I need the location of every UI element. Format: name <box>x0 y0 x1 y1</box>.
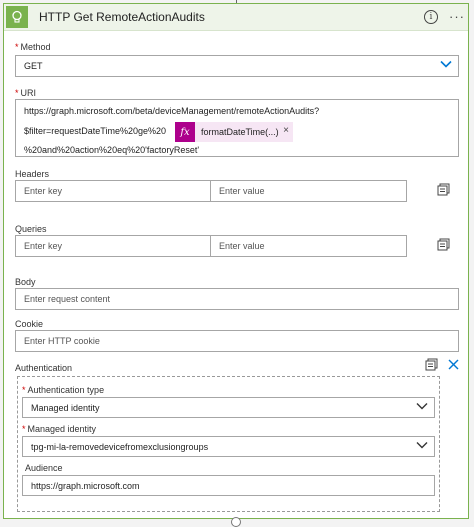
queries-key-input[interactable]: Enter key <box>15 235 211 257</box>
headers-label: Headers <box>15 169 50 179</box>
token-label: formatDateTime(...) <box>201 127 279 137</box>
method-label: * Method <box>15 42 51 52</box>
headers-key-input[interactable]: Enter key <box>15 180 211 202</box>
headers-key-placeholder: Enter key <box>24 186 63 196</box>
managed-identity-label-text: Managed identity <box>27 424 97 434</box>
chevron-down-icon <box>440 60 452 71</box>
headers-value-input[interactable]: Enter value <box>210 180 407 202</box>
authentication-type-dropdown[interactable]: Managed identity <box>22 397 435 418</box>
lightbulb-icon <box>6 6 28 28</box>
close-icon[interactable] <box>448 359 459 372</box>
more-options-icon[interactable]: ··· <box>449 9 465 24</box>
queries-key-placeholder: Enter key <box>24 241 63 251</box>
uri-text-line2: $filter=requestDateTime%20ge%20 <box>24 126 166 136</box>
queries-value-input[interactable]: Enter value <box>210 235 407 257</box>
uri-label-text: URI <box>20 88 37 98</box>
fx-icon: fx <box>175 122 195 142</box>
required-marker: * <box>15 88 19 98</box>
uri-text-line3: %20and%20action%20eq%20'factoryReset' <box>24 145 200 155</box>
uri-label: * URI <box>15 88 36 98</box>
switch-to-text-mode-icon[interactable] <box>425 358 438 373</box>
authentication-type-value: Managed identity <box>31 402 100 413</box>
method-dropdown[interactable]: GET <box>15 55 459 77</box>
method-value: GET <box>24 61 43 71</box>
switch-to-text-mode-icon[interactable] <box>437 183 450 198</box>
queries-value-placeholder: Enter value <box>219 241 265 251</box>
authentication-label: Authentication <box>15 363 73 373</box>
action-title[interactable]: HTTP Get RemoteActionAudits <box>39 10 205 24</box>
switch-to-text-mode-icon[interactable] <box>437 238 450 253</box>
required-marker: * <box>22 385 26 395</box>
headers-value-placeholder: Enter value <box>219 186 265 196</box>
authentication-type-label: * Authentication type <box>22 385 104 395</box>
cookie-label: Cookie <box>15 319 44 329</box>
uri-text-line1: https://graph.microsoft.com/beta/deviceM… <box>24 106 320 116</box>
action-header[interactable]: HTTP Get RemoteActionAudits i ··· <box>4 4 468 31</box>
managed-identity-value: tpg-mi-la-removedevicefromexclusiongroup… <box>31 441 209 452</box>
chevron-down-icon <box>416 402 428 412</box>
audience-label: Audience <box>25 463 63 473</box>
required-marker: * <box>15 42 19 52</box>
info-icon[interactable]: i <box>424 10 438 24</box>
audience-value: https://graph.microsoft.com <box>31 480 140 491</box>
queries-label: Queries <box>15 224 47 234</box>
flow-connector-top <box>236 0 237 3</box>
body-label: Body <box>15 277 36 287</box>
audience-input[interactable]: https://graph.microsoft.com <box>22 475 435 496</box>
managed-identity-label: * Managed identity <box>22 424 96 434</box>
token-remove-icon[interactable]: × <box>283 125 289 136</box>
authentication-type-label-text: Authentication type <box>27 385 105 395</box>
cookie-placeholder: Enter HTTP cookie <box>24 336 100 346</box>
required-marker: * <box>22 424 26 434</box>
method-label-text: Method <box>20 42 51 52</box>
authentication-section: * Authentication type Managed identity * M… <box>17 376 440 512</box>
body-placeholder: Enter request content <box>24 294 111 304</box>
cookie-input[interactable]: Enter HTTP cookie <box>15 330 459 352</box>
body-input[interactable]: Enter request content <box>15 288 459 310</box>
chevron-down-icon <box>416 441 428 451</box>
managed-identity-dropdown[interactable]: tpg-mi-la-removedevicefromexclusiongroup… <box>22 436 435 457</box>
format-datetime-token[interactable]: fx formatDateTime(...) × <box>175 122 293 142</box>
